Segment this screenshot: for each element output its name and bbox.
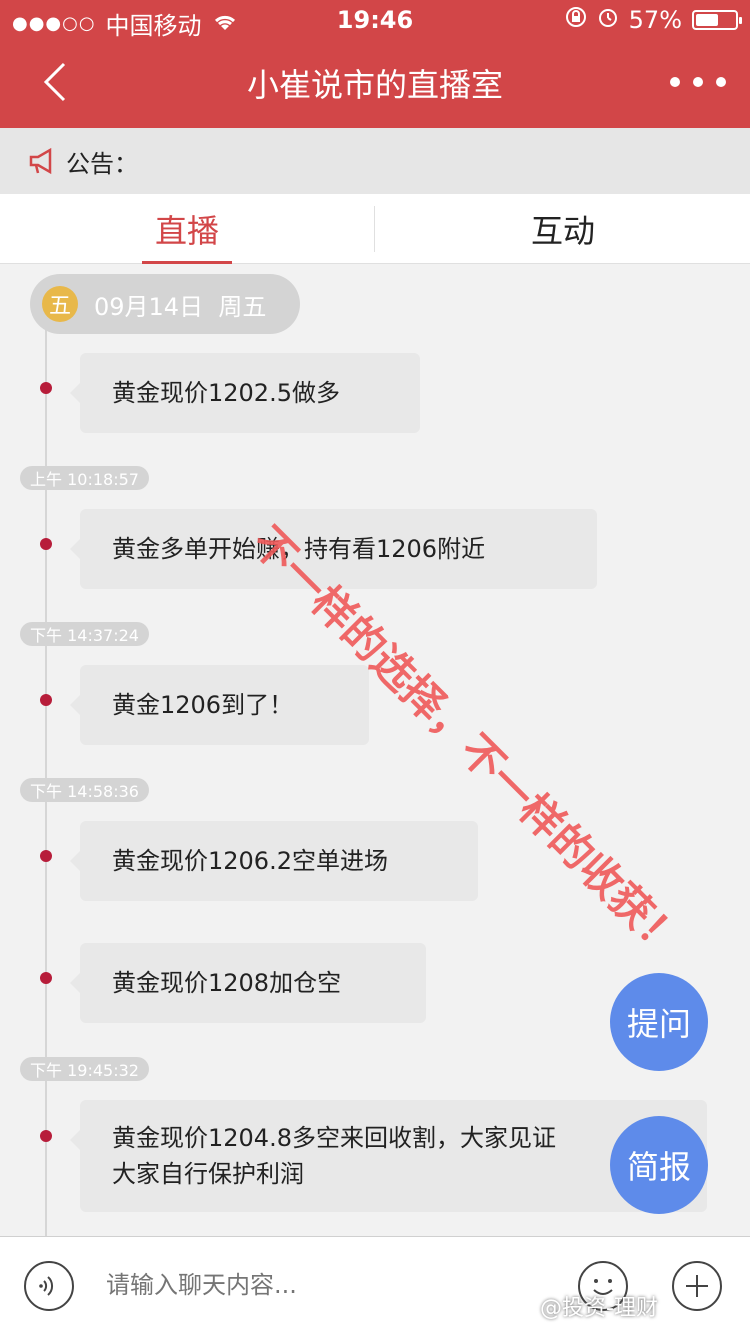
voice-button[interactable] [24,1261,74,1311]
message-bubble: 黄金现价1202.5做多 [70,353,420,433]
message-text: 黄金现价1208加仓空 [112,969,342,997]
source-credit: @投资-理财 [540,1296,658,1321]
timeline-dot [40,972,52,984]
announcement-label: 公告： [66,149,138,178]
weekday-badge: 五 [42,286,78,322]
more-dot [693,77,703,87]
battery-percent: 57% [628,6,682,34]
announcement-bar[interactable]: 公告： [0,128,750,194]
time-badge: 下午 19:45:32 [20,1057,149,1081]
tab-interaction-label: 互动 [530,212,595,250]
tab-live[interactable]: 直播 [0,194,374,264]
message-text: 黄金现价1202.5做多 [112,379,340,407]
plus-icon [686,1275,708,1297]
weekday-value: 周五 [218,292,267,321]
date-text: 09月14日 周五 [94,287,266,322]
voice-icon [39,1276,54,1296]
add-button[interactable] [672,1261,722,1311]
status-bar: ●●●○○ 中国移动 19:46 57% [0,0,750,40]
date-value: 09月14日 [94,292,204,321]
chat-input[interactable] [106,1263,566,1307]
page-title: 小崔说市的直播室 [246,66,503,104]
time-badge: 下午 14:37:24 [20,622,149,646]
message-bubble: 黄金1206到了！ [70,665,369,745]
alarm-icon [597,6,619,34]
tab-live-label: 直播 [154,212,219,250]
timeline-dot [40,694,52,706]
megaphone-icon [29,147,52,175]
message-text: 黄金现价1204.8多空来回收割，大家见证 [112,1124,556,1152]
message-text: 黄金1206到了！ [112,691,294,719]
timeline-dot [40,1130,52,1142]
more-dot [670,77,680,87]
tab-divider [374,206,375,252]
time-badge: 下午 14:58:36 [20,778,149,802]
status-right: 57% [565,6,742,34]
message-text: 大家自行保护利润 [112,1160,304,1188]
live-feed[interactable]: 五 09月14日 周五 黄金现价1202.5做多 上午 10:18:57 黄金多… [0,264,750,1236]
date-header: 五 09月14日 周五 [30,274,300,334]
more-dot [716,77,726,87]
nav-bar: 小崔说市的直播室 [0,40,750,128]
brief-report-button[interactable]: 简报 [610,1116,708,1214]
time-badge: 上午 10:18:57 [20,466,149,490]
ask-question-button[interactable]: 提问 [610,973,708,1071]
battery-icon [692,10,742,30]
timeline-line [45,314,47,1236]
tab-interaction[interactable]: 互动 [376,194,750,264]
timeline-dot [40,382,52,394]
message-bubble: 黄金现价1208加仓空 [70,943,426,1023]
more-button[interactable] [670,66,726,98]
message-text: 黄金现价1206.2空单进场 [112,847,388,875]
timeline-dot [40,538,52,550]
message-bubble: 黄金现价1206.2空单进场 [70,821,478,901]
rotation-lock-icon [565,6,587,34]
tab-bar: 直播 互动 [0,194,750,264]
timeline-dot [40,850,52,862]
